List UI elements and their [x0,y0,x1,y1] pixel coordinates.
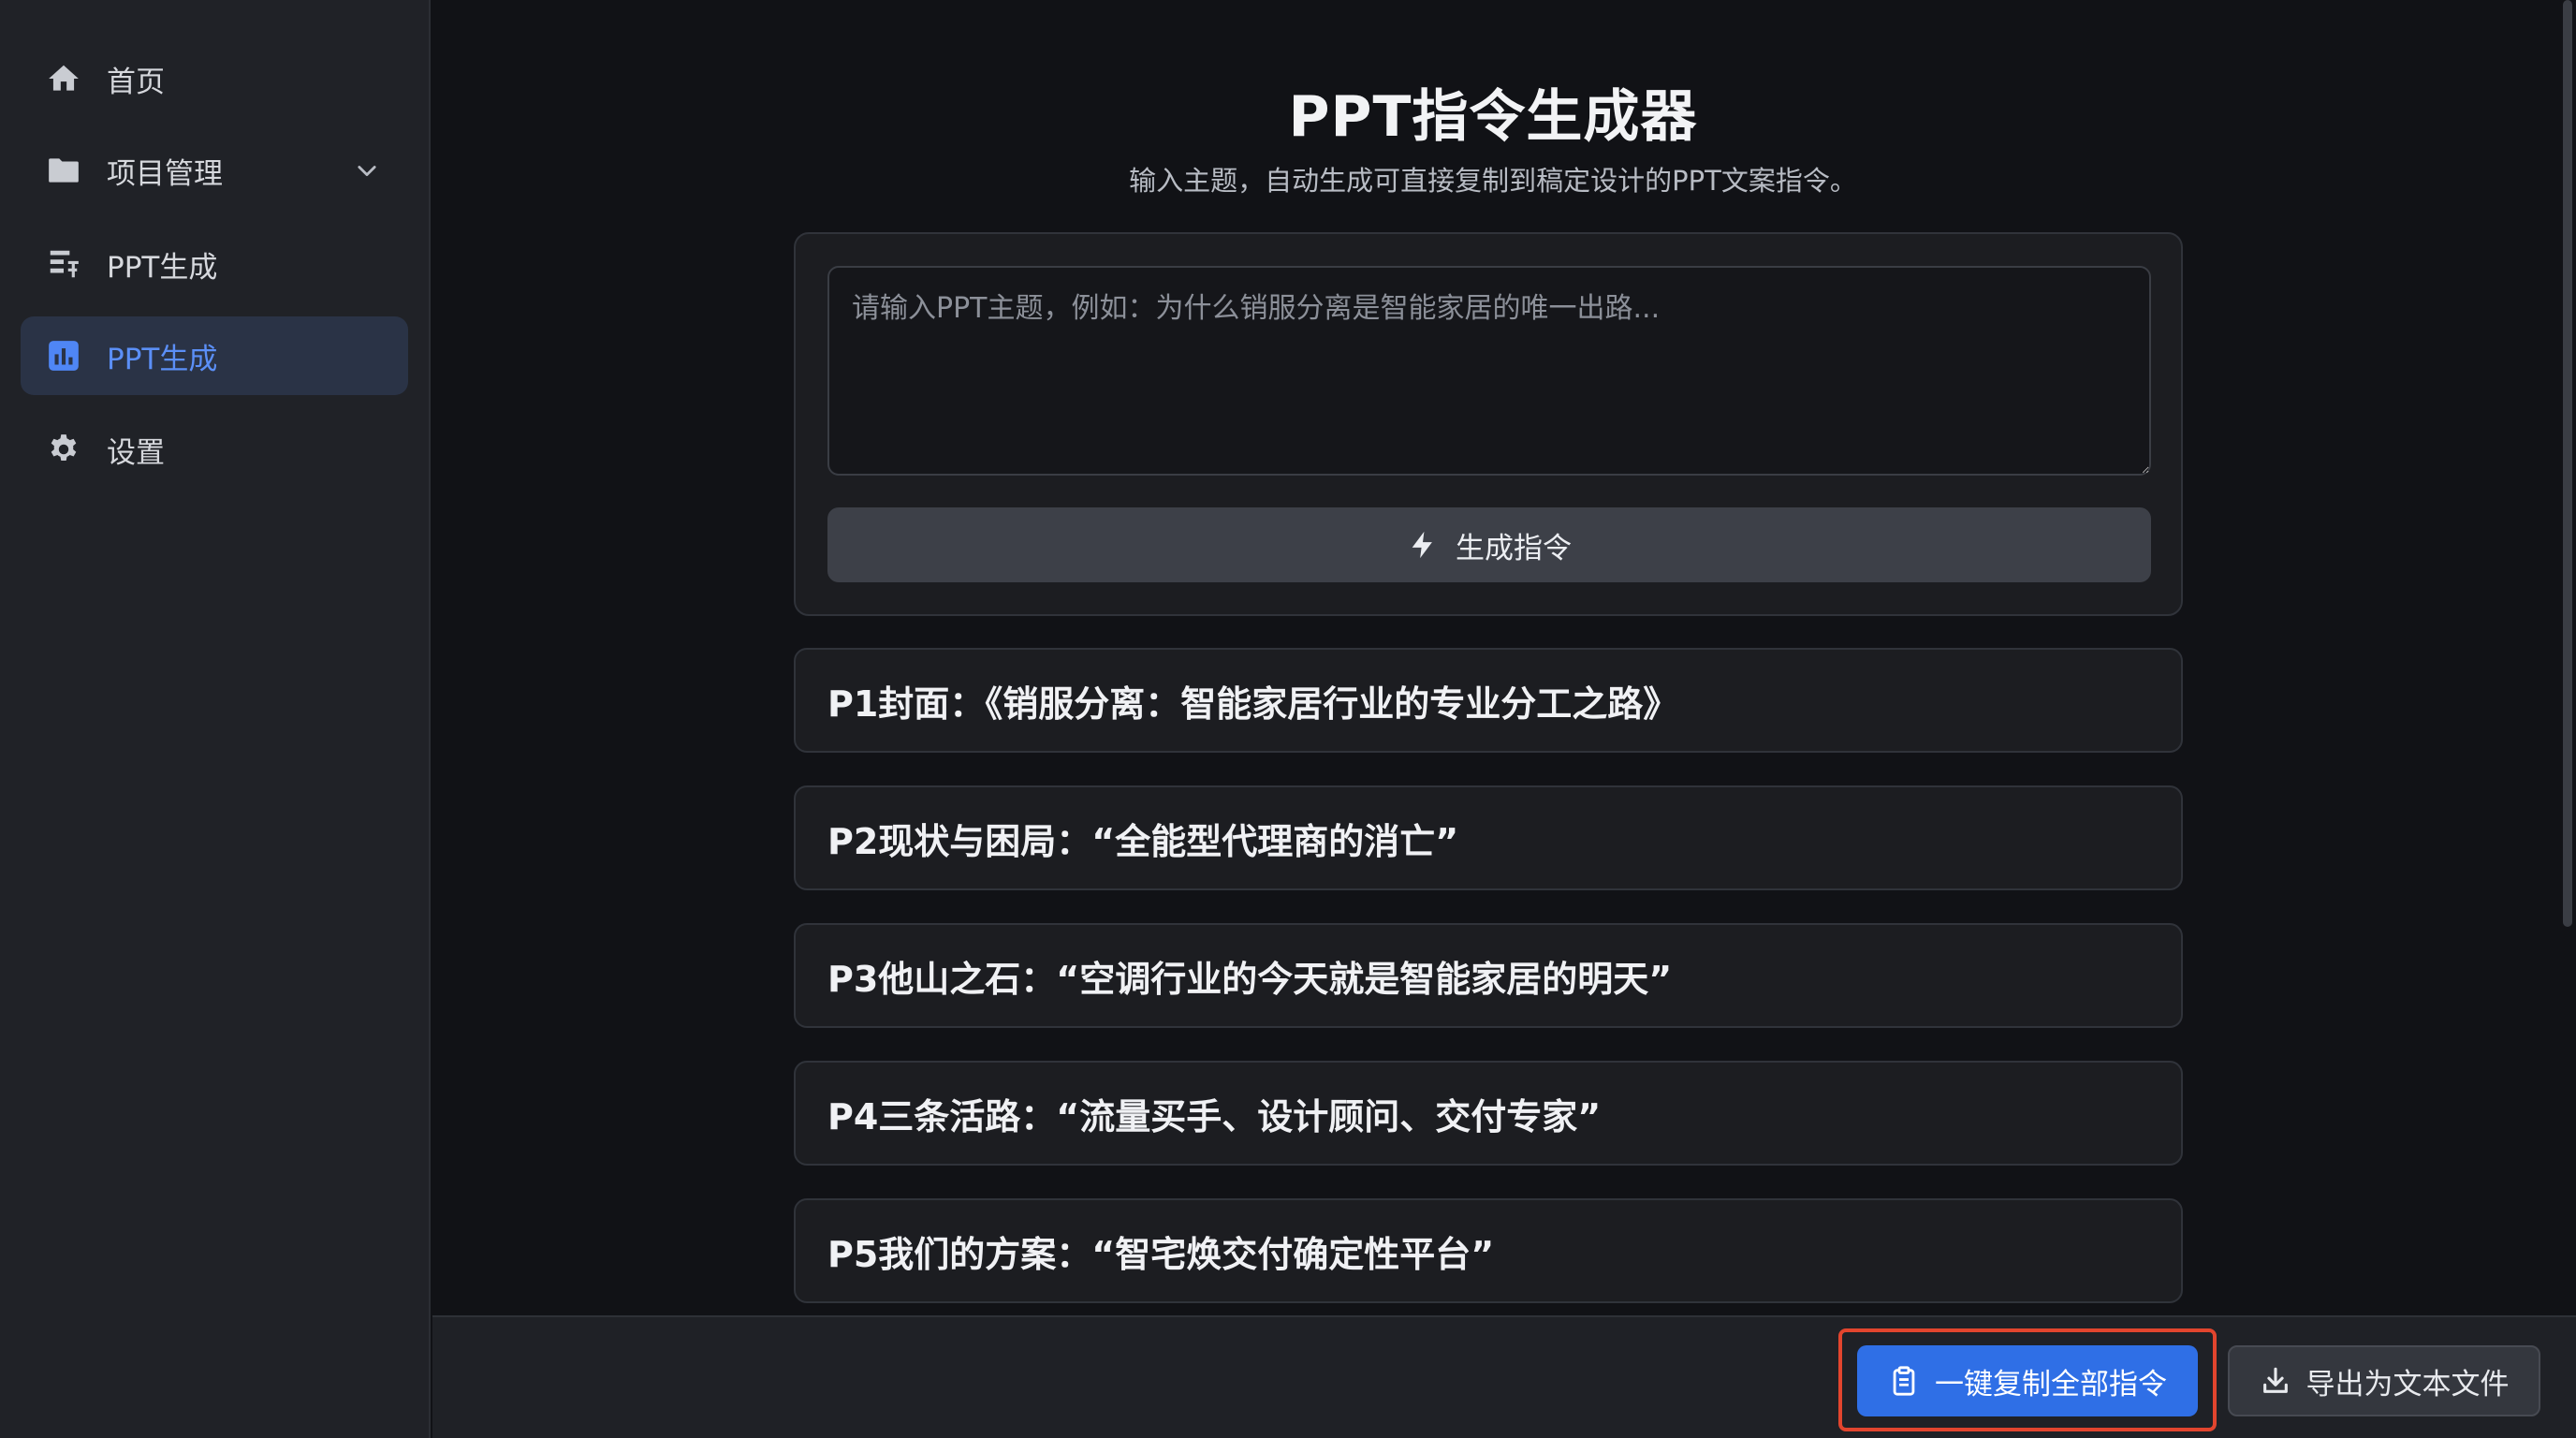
gear-icon [45,431,82,468]
form-icon [45,245,82,283]
export-button-label: 导出为文本文件 [2305,1367,2510,1401]
input-card: 生成指令 [794,232,2183,616]
scrollbar[interactable] [2559,0,2576,1315]
sidebar-item-settings[interactable]: 设置 [21,410,408,489]
sidebar-item-label: PPT生成 [107,250,218,285]
sidebar: 首页 项目管理 PPT生成 PPT生成 设置 [0,0,431,1438]
main-content: PPT指令生成器 输入主题，自动生成可直接复制到稿定设计的PPT文案指令。 生成… [432,0,2576,1315]
slide-card-p5[interactable]: P5我们的方案：“智宅焕交付确定性平台” [794,1198,2183,1303]
download-icon [2262,1367,2288,1393]
home-icon [45,60,82,97]
folder-icon [45,152,82,189]
bar-chart-icon [45,337,82,374]
page-title: PPT指令生成器 [1288,84,1698,150]
copy-all-button-label: 一键复制全部指令 [1935,1367,2167,1401]
generate-button-label: 生成指令 [1456,531,1572,565]
slide-title: P2现状与困局：“全能型代理商的消亡” [827,820,1459,862]
slide-card-p1[interactable]: P1封面：《销服分离：智能家居行业的专业分工之路》 [794,648,2183,753]
sidebar-item-home[interactable]: 首页 [21,39,408,118]
slide-title: P1封面：《销服分离：智能家居行业的专业分工之路》 [827,682,1679,725]
slide-card-p3[interactable]: P3他山之石：“空调行业的今天就是智能家居的明天” [794,923,2183,1028]
sidebar-item-label: 项目管理 [107,156,223,191]
scrollbar-thumb[interactable] [2563,0,2572,927]
slide-card-p4[interactable]: P4三条活路：“流量买手、设计顾问、交付专家” [794,1061,2183,1166]
sidebar-item-projects[interactable]: 项目管理 [21,131,408,210]
sidebar-item-ppt-generate-active[interactable]: PPT生成 [21,316,408,395]
sidebar-item-label: PPT生成 [107,342,218,376]
topic-input[interactable] [827,266,2151,476]
slide-card-p2[interactable]: P2现状与困局：“全能型代理商的消亡” [794,785,2183,890]
clipboard-icon [1893,1366,1915,1396]
copy-all-button[interactable]: 一键复制全部指令 [1857,1345,2198,1416]
lightning-icon [1412,531,1432,559]
slide-title: P4三条活路：“流量买手、设计顾问、交付专家” [827,1095,1602,1137]
sidebar-item-label: 首页 [107,65,165,99]
chevron-down-icon[interactable] [354,157,380,183]
export-text-button[interactable]: 导出为文本文件 [2228,1345,2540,1416]
slide-title: P3他山之石：“空调行业的今天就是智能家居的明天” [827,958,1673,1000]
action-bar: 一键复制全部指令 导出为文本文件 [432,1315,2576,1438]
sidebar-item-ppt-generate[interactable]: PPT生成 [21,225,408,303]
sidebar-item-label: 设置 [107,435,165,470]
page-subtitle: 输入主题，自动生成可直接复制到稿定设计的PPT文案指令。 [1129,165,1857,197]
generate-button[interactable]: 生成指令 [827,507,2151,582]
slide-title: P5我们的方案：“智宅焕交付确定性平台” [827,1233,1495,1275]
